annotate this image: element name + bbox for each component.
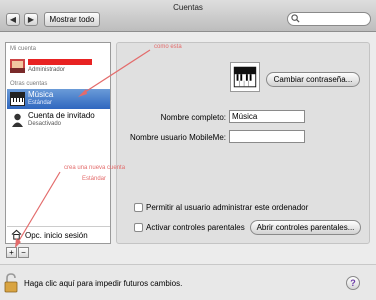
account-picture[interactable]: [230, 62, 260, 92]
add-account-button[interactable]: +: [6, 247, 17, 258]
mobileme-label: Nombre usuario MobileMe:: [129, 133, 226, 142]
account-item-me[interactable]: Administrador: [7, 56, 110, 76]
full-name-label: Nombre completo:: [160, 113, 226, 122]
annotation-standard: Estándar: [82, 176, 107, 182]
account-name: Música: [28, 90, 54, 99]
annotation-top: como esta: [154, 44, 182, 50]
forward-button[interactable]: ▶: [24, 13, 38, 26]
account-item-guest[interactable]: Cuenta de invitado Desactivado: [7, 110, 110, 130]
accounts-list: Mi cuenta Administrador Otras cuentas Mú…: [5, 42, 111, 244]
account-name: Cuenta de invitado: [28, 111, 95, 120]
other-accounts-header: Otras cuentas: [10, 81, 48, 87]
account-role: Desactivado: [28, 121, 62, 127]
search-icon: [291, 14, 300, 23]
toolbar: Cuentas ◀ ▶ Mostrar todo: [0, 0, 376, 32]
help-button[interactable]: ?: [346, 276, 360, 290]
admin-checkbox-label: Permitir al usuario administrar este ord…: [146, 203, 309, 212]
change-password-button[interactable]: Cambiar contraseña...: [266, 72, 360, 87]
guest-user-icon: [12, 113, 23, 127]
unlocked-padlock-icon[interactable]: [4, 273, 18, 293]
full-name-field[interactable]: [229, 110, 305, 123]
account-item-musica[interactable]: Música Estándar: [7, 89, 110, 109]
window-title: Cuentas: [173, 3, 203, 12]
lock-label: Haga clic aquí para impedir futuros camb…: [24, 279, 183, 288]
bottom-bar: Haga clic aquí para impedir futuros camb…: [0, 264, 376, 300]
parental-controls-checkbox[interactable]: [134, 223, 143, 232]
open-parental-controls-button[interactable]: Abrir controles parentales...: [250, 220, 361, 235]
annotation-create-account: crea una nueva cuenta: [64, 165, 126, 171]
accounts-window: Cuentas ◀ ▶ Mostrar todo Mi cuenta Admin…: [0, 0, 376, 300]
piano-icon: [10, 92, 25, 106]
account-role: Estándar: [28, 100, 53, 106]
admin-checkbox[interactable]: [134, 203, 143, 212]
login-options-item[interactable]: Opc. inicio sesión: [7, 226, 110, 243]
redacted-name: [28, 58, 92, 65]
account-role: Administrador: [28, 67, 66, 73]
user-picture-icon: [10, 59, 25, 73]
house-icon: [11, 229, 22, 240]
parental-controls-label: Activar controles parentales: [146, 223, 245, 232]
login-options-label: Opc. inicio sesión: [25, 231, 88, 240]
account-name: [28, 57, 92, 66]
back-button[interactable]: ◀: [6, 13, 20, 26]
remove-account-button[interactable]: −: [18, 247, 29, 258]
show-all-button[interactable]: Mostrar todo: [44, 12, 100, 27]
mobileme-field[interactable]: [229, 130, 305, 143]
my-account-header: Mi cuenta: [10, 46, 37, 52]
